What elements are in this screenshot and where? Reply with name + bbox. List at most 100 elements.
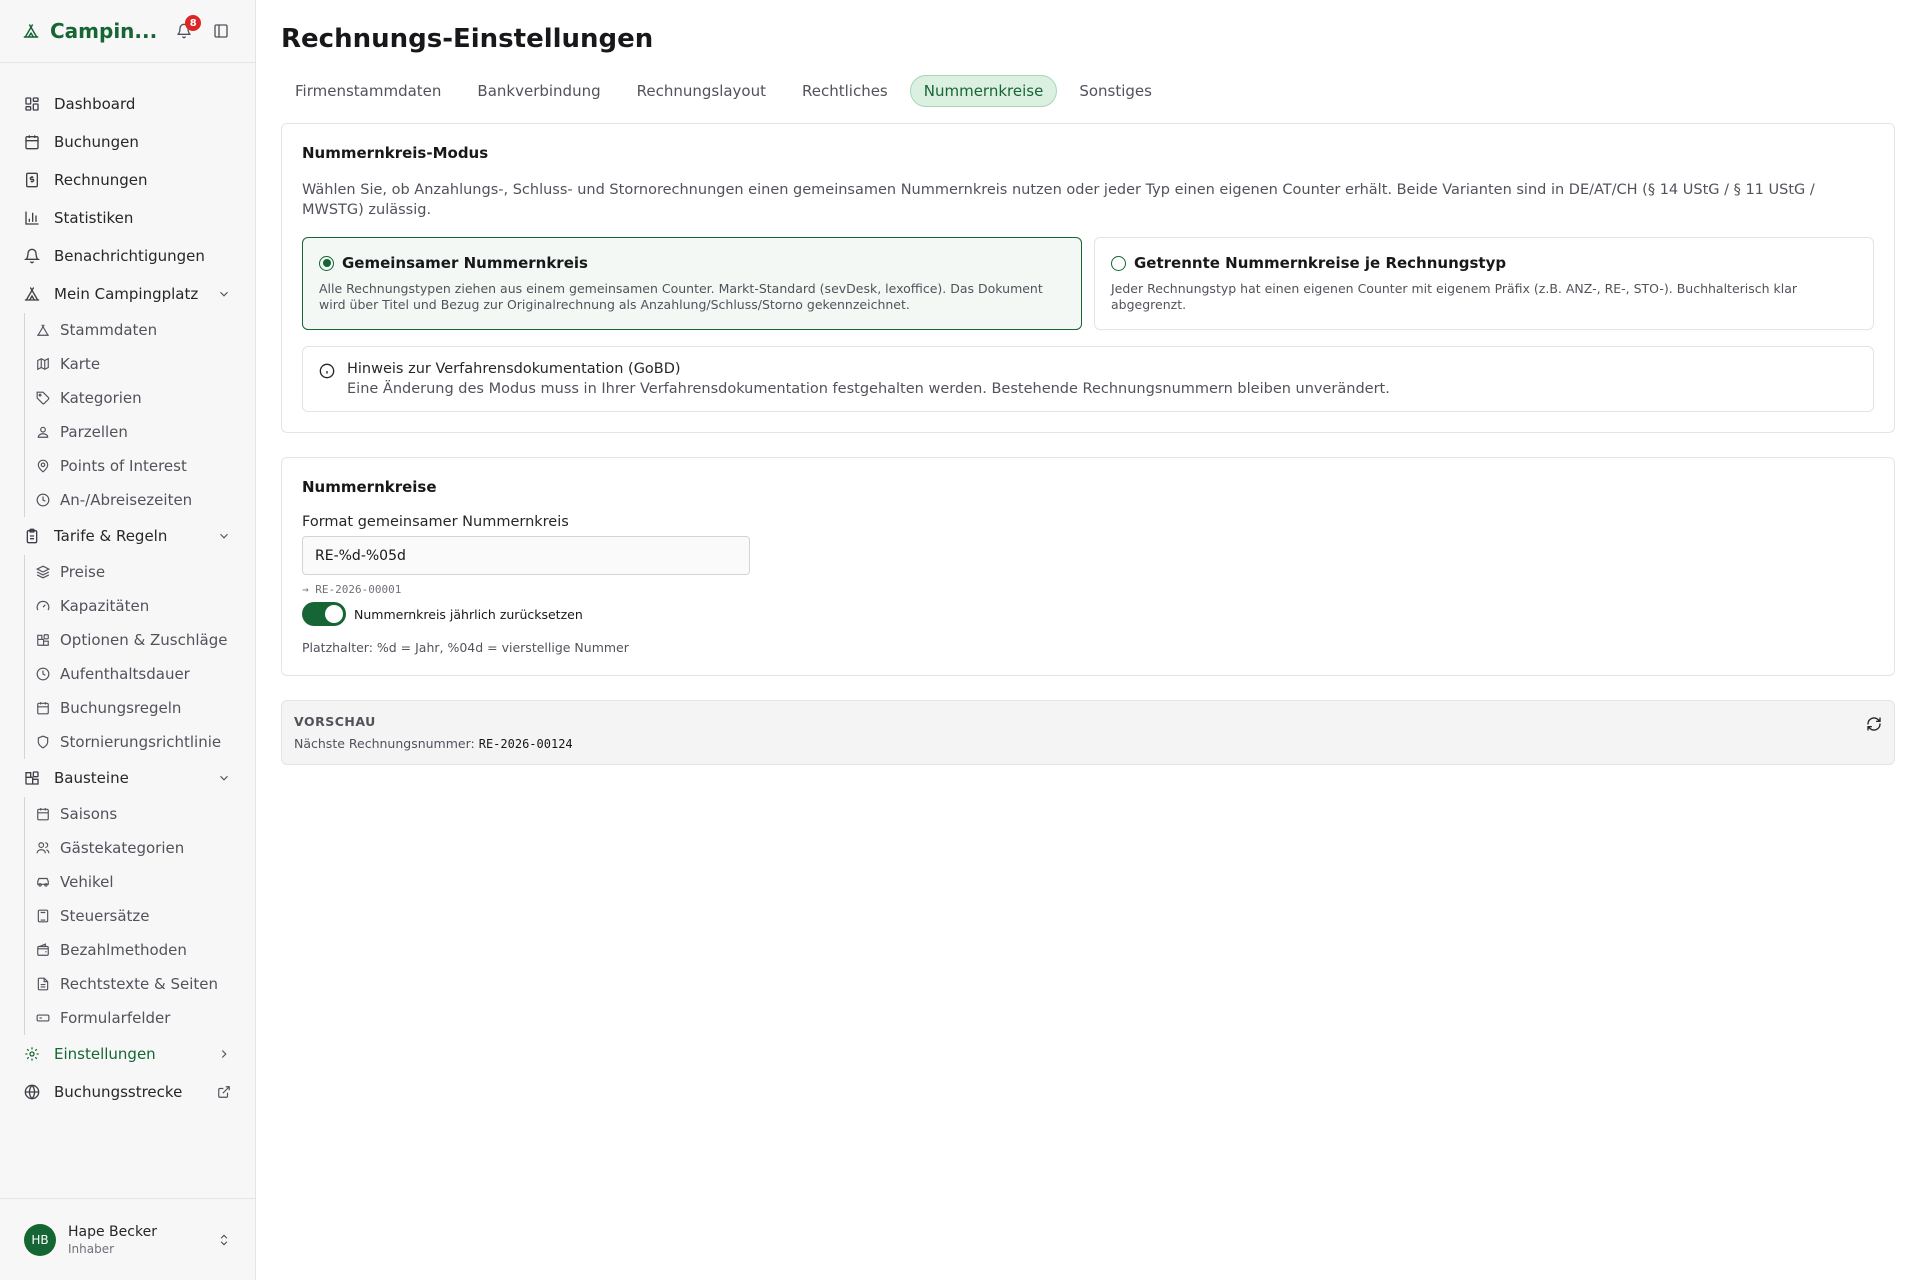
sidebar-item-buchungsregeln[interactable]: Buchungsregeln — [36, 691, 255, 725]
brand[interactable]: Campin... — [20, 19, 157, 43]
tent-icon — [20, 20, 42, 42]
tab-nummernkreise[interactable]: Nummernkreise — [909, 75, 1058, 107]
mode-options: Gemeinsamer Nummernkreis Alle Rechnungst… — [302, 237, 1874, 330]
sidebar-item-karte[interactable]: Karte — [36, 347, 255, 381]
blocks-icon — [36, 633, 50, 647]
gobd-hint: Hinweis zur Verfahrensdokumentation (GoB… — [302, 346, 1874, 412]
sidebar-item-label: Stammdaten — [60, 321, 158, 339]
sidebar-item-rechnungen[interactable]: Rechnungen — [0, 161, 255, 199]
sidebar-toggle-button[interactable] — [213, 23, 229, 39]
sidebar-group-label: Mein Campingplatz — [54, 285, 199, 303]
reset-yearly-toggle[interactable] — [302, 602, 346, 626]
sidebar-item-label: Saisons — [60, 805, 118, 823]
bar-chart-icon — [24, 210, 40, 226]
option-shared-counter[interactable]: Gemeinsamer Nummernkreis Alle Rechnungst… — [302, 237, 1082, 330]
calculator-icon — [36, 909, 50, 923]
refresh-icon[interactable] — [1866, 716, 1882, 732]
tab-rechnungslayout[interactable]: Rechnungslayout — [623, 75, 780, 107]
sidebar-item-poi[interactable]: Points of Interest — [36, 449, 255, 483]
sidebar-item-aufenthaltsdauer[interactable]: Aufenthaltsdauer — [36, 657, 255, 691]
tab-firmenstammdaten[interactable]: Firmenstammdaten — [281, 75, 455, 107]
sidebar-item-label: Parzellen — [60, 423, 128, 441]
sidebar-item-optionen[interactable]: Optionen & Zuschläge — [36, 623, 255, 657]
chevron-down-icon — [217, 771, 231, 785]
form-icon — [36, 1011, 50, 1025]
radio-shared[interactable] — [319, 255, 334, 271]
car-icon — [36, 875, 50, 889]
settings-tabs: Firmenstammdaten Bankverbindung Rechnung… — [281, 75, 1895, 107]
gauge-icon — [36, 599, 50, 613]
sidebar-item-label: Gästekategorien — [60, 839, 185, 857]
user-menu[interactable]: HB Hape Becker Inhaber — [0, 1198, 255, 1280]
mode-description: Wählen Sie, ob Anzahlungs-, Schluss- und… — [302, 182, 1815, 218]
dashboard-icon — [24, 96, 40, 112]
user-role: Inhaber — [68, 1241, 115, 1256]
sidebar-item-einstellungen[interactable]: Einstellungen — [0, 1035, 255, 1073]
sidebar-item-label: Buchungen — [54, 133, 139, 151]
sidebar-item-label: Steuersätze — [60, 907, 150, 925]
sidebar-item-anreisezeiten[interactable]: An-/Abreisezeiten — [36, 483, 255, 517]
brand-name: Campin... — [50, 19, 158, 43]
sidebar-item-kapazitaeten[interactable]: Kapazitäten — [36, 589, 255, 623]
sidebar-item-formularfelder[interactable]: Formularfelder — [36, 1001, 255, 1035]
user-name: Hape Becker — [68, 1223, 157, 1240]
sidebar-item-label: Aufenthaltsdauer — [60, 665, 190, 683]
option-separate-counters[interactable]: Getrennte Nummernkreise je Rechnungstyp … — [1094, 237, 1874, 330]
sidebar-item-buchungsstrecke[interactable]: Buchungsstrecke — [0, 1073, 255, 1111]
option-title: Gemeinsamer Nummernkreis — [342, 254, 588, 272]
clock-icon — [36, 667, 50, 681]
wallet-icon — [36, 943, 50, 957]
sidebar-item-label: Rechtstexte & Seiten — [60, 975, 219, 993]
sidebar-item-rechtstexte[interactable]: Rechtstexte & Seiten — [36, 967, 255, 1001]
preview-content: VORSCHAU Nächste Rechnungsnummer: RE-202… — [294, 714, 573, 751]
sidebar-item-parzellen[interactable]: Parzellen — [36, 415, 255, 449]
sidebar-item-steuersaetze[interactable]: Steuersätze — [36, 899, 255, 933]
sidebar-item-label: Points of Interest — [60, 457, 187, 475]
sidebar-item-kategorien[interactable]: Kategorien — [36, 381, 255, 415]
sidebar-item-label: Kategorien — [60, 389, 142, 407]
format-field-label: Format gemeinsamer Nummernkreis — [302, 514, 569, 530]
sidebar-group-campingplatz[interactable]: Mein Campingplatz — [0, 275, 255, 313]
sidebar-item-stammdaten[interactable]: Stammdaten — [36, 313, 255, 347]
sidebar-item-label: Kapazitäten — [60, 597, 150, 615]
sidebar-item-label: Buchungsstrecke — [54, 1083, 183, 1101]
sidebar-item-preise[interactable]: Preise — [36, 555, 255, 589]
sidebar-item-saisons[interactable]: Saisons — [36, 797, 255, 831]
sidebar-group-tarife[interactable]: Tarife & Regeln — [0, 517, 255, 555]
radio-separate[interactable] — [1111, 255, 1126, 271]
sidebar-item-vehikel[interactable]: Vehikel — [36, 865, 255, 899]
sidebar-item-buchungen[interactable]: Buchungen — [0, 123, 255, 161]
tab-bankverbindung[interactable]: Bankverbindung — [463, 75, 614, 107]
sidebar-item-statistiken[interactable]: Statistiken — [0, 199, 255, 237]
clipboard-icon — [24, 528, 40, 544]
chevrons-up-down-icon — [217, 1233, 231, 1247]
placeholder-help: Platzhalter: %d = Jahr, %04d = vierstell… — [302, 640, 629, 655]
sidebar-item-bezahlmethoden[interactable]: Bezahlmethoden — [36, 933, 255, 967]
tag-icon — [36, 391, 50, 405]
tab-rechtliches[interactable]: Rechtliches — [788, 75, 902, 107]
format-input[interactable] — [302, 536, 750, 575]
option-title: Getrennte Nummernkreise je Rechnungstyp — [1134, 254, 1507, 272]
sidebar-item-label: Preise — [60, 563, 106, 581]
option-description: Jeder Rechnungstyp hat einen eigenen Cou… — [1111, 281, 1798, 312]
sidebar-item-benachrichtigungen[interactable]: Benachrichtigungen — [0, 237, 255, 275]
numbers-card-title: Nummernkreise — [302, 478, 437, 496]
sidebar-item-gaestekategorien[interactable]: Gästekategorien — [36, 831, 255, 865]
sidebar-item-label: Optionen & Zuschläge — [60, 631, 228, 649]
app-root: Campin... 8 Dashboard Buchungen Rechnung… — [0, 0, 1920, 1280]
sidebar-item-stornierung[interactable]: Stornierungsrichtlinie — [36, 725, 255, 759]
globe-icon — [24, 1084, 40, 1100]
calendar-icon — [36, 701, 50, 715]
hint-text: Hinweis zur Verfahrensdokumentation (GoB… — [347, 361, 1390, 397]
sidebar-item-label: Einstellungen — [54, 1045, 156, 1063]
clock-icon — [36, 493, 50, 507]
tab-sonstiges[interactable]: Sonstiges — [1065, 75, 1166, 107]
sidebar-item-dashboard[interactable]: Dashboard — [0, 85, 255, 123]
sidebar-group-bausteine[interactable]: Bausteine — [0, 759, 255, 797]
panel-left-icon — [213, 23, 229, 39]
sidebar-nav: Dashboard Buchungen Rechnungen Statistik… — [0, 63, 255, 1111]
sidebar-item-label: Stornierungsrichtlinie — [60, 733, 222, 751]
option-header: Getrennte Nummernkreise je Rechnungstyp — [1111, 254, 1857, 272]
submenu-campingplatz: Stammdaten Karte Kategorien Parzellen Po… — [24, 313, 255, 517]
notifications-button[interactable]: 8 — [175, 15, 202, 40]
